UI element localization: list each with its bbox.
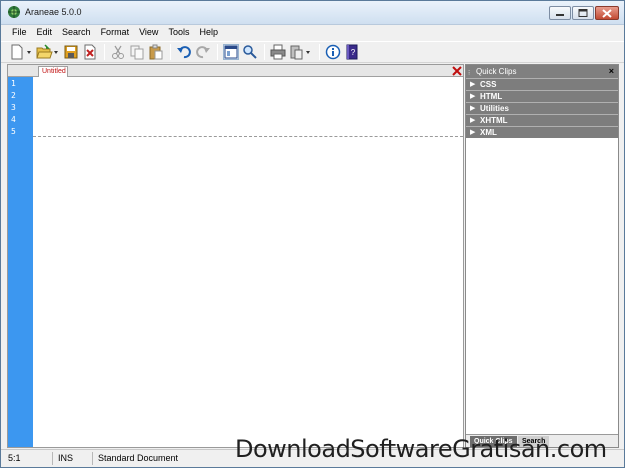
maximize-button[interactable] xyxy=(572,6,594,20)
expand-arrow-icon: ▶ xyxy=(470,93,476,100)
info-icon xyxy=(325,44,341,60)
clip-category-label: HTML xyxy=(480,92,503,101)
preview-icon xyxy=(224,45,238,59)
minimize-button[interactable] xyxy=(549,6,571,20)
editor-pane: Untitled 1 2 3 4 5 xyxy=(7,64,464,448)
menu-view[interactable]: View xyxy=(134,25,163,41)
line-number-gutter: 1 2 3 4 5 xyxy=(8,77,33,447)
svg-text:?: ? xyxy=(351,48,356,57)
paste-special-button[interactable] xyxy=(289,44,313,60)
help-button[interactable]: ? xyxy=(344,44,360,60)
paste-icon xyxy=(149,44,163,60)
save-button[interactable] xyxy=(63,44,79,60)
line-number: 2 xyxy=(11,91,16,100)
undo-button[interactable] xyxy=(176,44,192,60)
line-number: 1 xyxy=(11,79,16,88)
save-icon xyxy=(64,45,78,59)
code-editor[interactable] xyxy=(33,77,463,447)
clip-category-xhtml[interactable]: ▶ XHTML xyxy=(466,114,618,126)
find-button[interactable] xyxy=(242,44,258,60)
close-panel-icon[interactable]: × xyxy=(609,65,614,78)
toolbar-separator xyxy=(264,44,265,60)
line-number: 5 xyxy=(11,127,16,136)
paste-button[interactable] xyxy=(148,44,164,60)
menu-help[interactable]: Help xyxy=(194,25,223,41)
redo-icon xyxy=(196,46,210,59)
close-button[interactable] xyxy=(595,6,619,20)
quick-clips-panel: ⁝ Quick Clips × ▶ CSS ▶ HTML ▶ Utilities… xyxy=(465,64,619,448)
menu-search[interactable]: Search xyxy=(57,25,96,41)
open-file-button[interactable] xyxy=(36,44,60,60)
copy-button[interactable] xyxy=(129,44,145,60)
clip-category-label: XHTML xyxy=(480,116,508,125)
quick-clips-title: Quick Clips xyxy=(476,67,517,76)
expand-arrow-icon: ▶ xyxy=(470,117,476,124)
help-icon: ? xyxy=(346,44,358,60)
open-folder-icon xyxy=(36,44,58,59)
redo-button[interactable] xyxy=(195,44,211,60)
menu-edit[interactable]: Edit xyxy=(32,25,58,41)
watermark-text: DownloadSoftwareGratisan.com xyxy=(235,435,607,463)
new-file-icon xyxy=(11,44,31,60)
clip-category-css[interactable]: ▶ CSS xyxy=(466,78,618,90)
close-tab-icon[interactable] xyxy=(452,66,462,76)
expand-arrow-icon: ▶ xyxy=(470,129,476,136)
print-button[interactable] xyxy=(270,44,286,60)
window-title: Araneae 5.0.0 xyxy=(25,7,82,17)
clip-category-xml[interactable]: ▶ XML xyxy=(466,126,618,138)
info-button[interactable] xyxy=(325,44,341,60)
toolbar: ? xyxy=(1,41,624,63)
toolbar-separator xyxy=(319,44,320,60)
document-tab[interactable]: Untitled xyxy=(38,66,68,77)
cut-icon xyxy=(112,45,124,59)
menu-format[interactable]: Format xyxy=(96,25,135,41)
quick-clips-header: ⁝ Quick Clips × xyxy=(466,65,618,78)
toolbar-separator xyxy=(104,44,105,60)
paste-special-icon xyxy=(290,45,310,60)
clip-category-label: XML xyxy=(480,128,497,137)
line-number: 3 xyxy=(11,103,16,112)
app-window: Araneae 5.0.0 File Edit Search Format Vi… xyxy=(0,0,625,468)
clip-category-label: Utilities xyxy=(480,104,509,113)
insert-mode: INS xyxy=(55,452,93,465)
close-icon xyxy=(602,8,612,18)
minimize-icon xyxy=(556,14,564,16)
maximize-icon xyxy=(578,9,588,17)
clip-category-html[interactable]: ▶ HTML xyxy=(466,90,618,102)
find-icon xyxy=(243,45,257,59)
menu-tools[interactable]: Tools xyxy=(163,25,194,41)
undo-icon xyxy=(177,46,191,59)
line-number: 4 xyxy=(11,115,16,124)
document-type: Standard Document xyxy=(98,453,179,463)
clip-category-utilities[interactable]: ▶ Utilities xyxy=(466,102,618,114)
document-tab-label: Untitled xyxy=(42,68,66,75)
cursor-position: 5:1 xyxy=(5,452,53,465)
copy-icon xyxy=(130,45,144,60)
end-of-document-line xyxy=(33,136,463,137)
menu-file[interactable]: File xyxy=(7,25,32,41)
expand-arrow-icon: ▶ xyxy=(470,81,476,88)
close-file-icon xyxy=(84,44,96,60)
app-logo-icon xyxy=(8,6,20,18)
close-file-button[interactable] xyxy=(82,44,98,60)
toolbar-separator xyxy=(217,44,218,60)
expand-arrow-icon: ▶ xyxy=(470,105,476,112)
new-file-button[interactable] xyxy=(9,44,33,60)
menu-bar: File Edit Search Format View Tools Help xyxy=(1,25,624,41)
document-tab-strip: Untitled xyxy=(8,65,463,77)
title-bar: Araneae 5.0.0 xyxy=(1,1,624,25)
cut-button[interactable] xyxy=(110,44,126,60)
clip-category-label: CSS xyxy=(480,80,497,89)
preview-button[interactable] xyxy=(223,44,239,60)
print-icon xyxy=(270,44,286,60)
toolbar-separator xyxy=(170,44,171,60)
